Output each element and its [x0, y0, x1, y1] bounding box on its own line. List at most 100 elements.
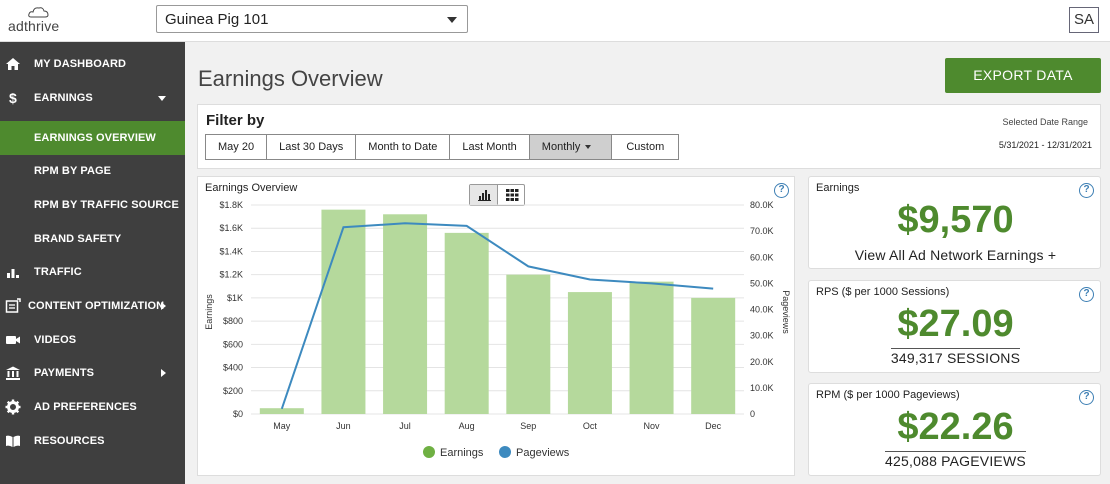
sidebar-item-label: AD PREFERENCES [34, 401, 137, 413]
earnings-bar [383, 214, 428, 414]
y2-tick-label: 40.0K [750, 305, 774, 315]
chevron-down-icon [158, 95, 166, 101]
metric-value: $27.09 [897, 303, 1014, 345]
help-icon[interactable]: ? [1079, 287, 1094, 302]
y-tick-label: $1.4K [219, 246, 243, 256]
sidebar-item-earnings[interactable]: $ EARNINGS [0, 81, 185, 115]
y-tick-label: $1.8K [219, 200, 243, 210]
rpm-metric-card: RPM ($ per 1000 Pageviews) ? $22.26 425,… [808, 383, 1101, 476]
y2-tick-label: 80.0K [750, 200, 774, 210]
export-data-button[interactable]: EXPORT DATA [945, 58, 1101, 93]
cloud-logo-icon [28, 7, 49, 18]
legend-pageviews-label: Pageviews [516, 447, 570, 459]
page-title: Earnings Overview [198, 66, 383, 91]
filter-monthly-dropdown[interactable]: Monthly [529, 135, 613, 159]
sidebar-item-rpm-by-page[interactable]: RPM BY PAGE [0, 154, 185, 188]
y-tick-label: $400 [223, 363, 243, 373]
book-icon [6, 435, 20, 447]
sidebar-item-label: RPM BY PAGE [34, 165, 112, 177]
sidebar-item-label: VIDEOS [34, 334, 77, 346]
dollar-icon: $ [9, 90, 17, 106]
brand-logo[interactable]: adthrive [8, 7, 60, 34]
x-tick-label: Dec [705, 421, 722, 431]
pageviews-count: 425,088 PAGEVIEWS [885, 451, 1026, 469]
sidebar-item-label: MY DASHBOARD [34, 58, 127, 70]
sidebar-item-resources[interactable]: RESOURCES [0, 424, 185, 458]
site-select[interactable]: Guinea Pig 101 [156, 5, 468, 33]
content-optimization-icon [5, 298, 21, 313]
y-tick-label: $200 [223, 386, 243, 396]
sidebar-item-label: EARNINGS OVERVIEW [34, 132, 156, 144]
filter-may20-button[interactable]: May 20 [206, 135, 268, 159]
x-tick-label: Jun [336, 421, 351, 431]
chevron-right-icon [161, 302, 166, 310]
selected-date-range-value: 5/31/2021 - 12/31/2021 [998, 140, 1092, 150]
sidebar-item-videos[interactable]: VIDEOS [0, 323, 185, 357]
svg-text:$: $ [9, 90, 17, 106]
x-tick-label: May [273, 421, 291, 431]
avatar[interactable]: SA [1069, 7, 1099, 33]
earnings-bar [506, 274, 551, 414]
sidebar-item-rpm-by-traffic-source[interactable]: RPM BY TRAFFIC SOURCE [0, 188, 185, 222]
y-tick-label: $1.2K [219, 270, 243, 280]
filter-last-30-days-button[interactable]: Last 30 Days [267, 135, 357, 159]
view-ad-network-earnings-link[interactable]: View All Ad Network Earnings + [809, 247, 1102, 263]
metric-value: $22.26 [897, 406, 1014, 448]
filter-monthly-label: Monthly [541, 141, 581, 153]
sessions-count: 349,317 SESSIONS [890, 348, 1021, 366]
sidebar-item-label: EARNINGS [34, 92, 93, 104]
sidebar-item-ad-preferences[interactable]: AD PREFERENCES [0, 390, 185, 424]
sidebar-item-earnings-overview[interactable]: EARNINGS OVERVIEW [0, 121, 185, 155]
y2-tick-label: 20.0K [750, 357, 774, 367]
y2-tick-label: 60.0K [750, 252, 774, 262]
sidebar-item-label: CONTENT OPTIMIZATION [28, 300, 165, 312]
filter-panel: Filter by May 20 Last 30 Days Month to D… [197, 104, 1101, 169]
sidebar-item-brand-safety[interactable]: BRAND SAFETY [0, 222, 185, 256]
chevron-down-icon [447, 17, 457, 23]
earnings-bar [567, 292, 612, 414]
filter-last-month-button[interactable]: Last Month [450, 135, 530, 159]
x-tick-label: Jul [399, 421, 411, 431]
sidebar-item-label: RPM BY TRAFFIC SOURCE [34, 199, 179, 211]
y-axis-label: Earnings [204, 294, 214, 330]
earnings-metric-card: Earnings ? $9,570 View All Ad Network Ea… [808, 176, 1101, 269]
y2-tick-label: 0 [750, 409, 755, 419]
y-tick-label: $0 [233, 409, 243, 419]
x-tick-label: Aug [459, 421, 475, 431]
legend-earnings-marker [423, 446, 435, 458]
help-icon[interactable]: ? [1079, 183, 1094, 198]
earnings-bar [691, 297, 736, 414]
y-tick-label: $600 [223, 339, 243, 349]
top-bar: adthrive Guinea Pig 101 SA [0, 0, 1110, 42]
sidebar-item-my-dashboard[interactable]: MY DASHBOARD [0, 47, 185, 81]
metric-title: RPS ($ per 1000 Sessions) [816, 286, 950, 298]
brand-logo-text: adthrive [8, 18, 60, 34]
y2-tick-label: 50.0K [750, 278, 774, 288]
video-camera-icon [6, 336, 20, 344]
bar-chart-icon [7, 269, 19, 278]
site-select-value: Guinea Pig 101 [165, 11, 269, 28]
sidebar-item-label: TRAFFIC [34, 266, 82, 278]
metric-title: Earnings [816, 182, 860, 194]
filter-title: Filter by [206, 112, 265, 129]
y2-axis-label: Pageviews [781, 290, 791, 334]
sidebar-item-traffic[interactable]: TRAFFIC [0, 255, 185, 289]
earnings-chart-card: Earnings Overview ? $0 $200 $400 $600 $800 $1… [197, 176, 795, 476]
sidebar: MY DASHBOARD $ EARNINGS EARNINGS OVERVIE… [0, 42, 185, 484]
metric-subtext: 425,088 PAGEVIEWS [809, 451, 1102, 469]
earnings-bar [259, 408, 304, 414]
help-icon[interactable]: ? [1079, 390, 1094, 405]
filter-month-to-date-button[interactable]: Month to Date [356, 135, 451, 159]
y2-tick-label: 70.0K [750, 226, 774, 236]
metric-title: RPM ($ per 1000 Pageviews) [816, 389, 960, 401]
legend-pageviews-marker [499, 446, 511, 458]
earnings-bar [629, 281, 674, 414]
y2-tick-label: 10.0K [750, 383, 774, 393]
filter-custom-button[interactable]: Custom [612, 135, 679, 159]
y-tick-label: $1K [227, 293, 243, 303]
legend-earnings-label: Earnings [440, 447, 484, 459]
sidebar-item-payments[interactable]: PAYMENTS [0, 356, 185, 390]
sidebar-item-content-optimization[interactable]: CONTENT OPTIMIZATION [0, 289, 185, 323]
rps-metric-card: RPS ($ per 1000 Sessions) ? $27.09 349,3… [808, 280, 1101, 373]
gear-icon [5, 399, 21, 415]
